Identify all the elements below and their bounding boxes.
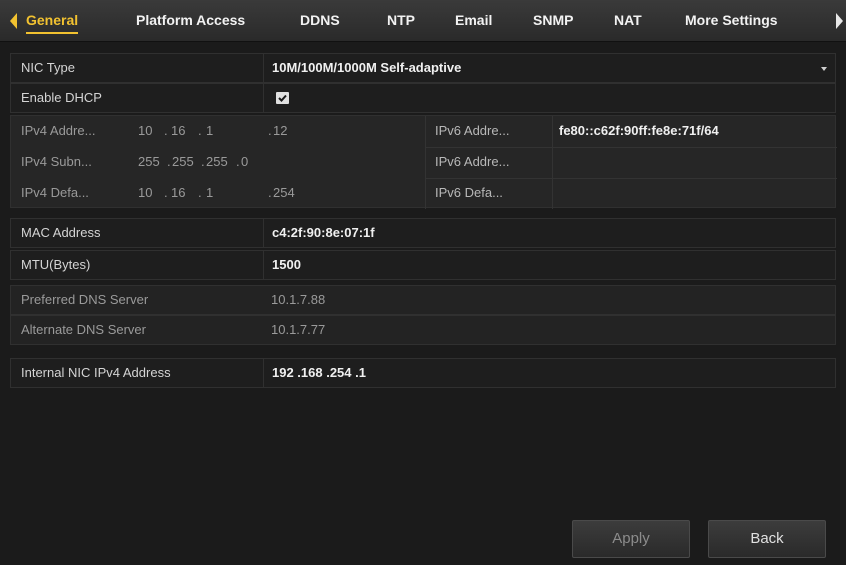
ipv4-subnet-octet-4: 0	[241, 154, 249, 169]
apply-button[interactable]: Apply	[572, 520, 690, 558]
tab-platform-access[interactable]: Platform Access	[136, 0, 245, 42]
mac-address-label: MAC Address	[21, 225, 101, 240]
mtu-label: MTU(Bytes)	[21, 257, 91, 272]
ipv4-gateway-octet-2: 16	[171, 185, 186, 200]
ipv4-gateway-octet-1: 10	[138, 185, 153, 200]
ipv6-address-1-value: fe80::c62f:90ff:fe8e:71f/64	[559, 123, 719, 138]
ipv4-subnet-octet-3: 255	[206, 154, 228, 169]
tab-general[interactable]: General	[26, 0, 79, 42]
ipv6-address-1-label: IPv6 Addre...	[435, 123, 510, 138]
ipv4-subnet-label: IPv4 Subn...	[21, 154, 92, 169]
scroll-left-icon[interactable]	[10, 13, 17, 29]
back-button[interactable]: Back	[708, 520, 826, 558]
preferred-dns-row: Preferred DNS Server 10.1.7.88	[10, 285, 836, 315]
alternate-dns-label: Alternate DNS Server	[21, 322, 146, 337]
ipv6-address-2-label: IPv6 Addre...	[435, 154, 510, 169]
mtu-input[interactable]: 1500	[263, 251, 835, 279]
ipv4-address-octet-3: 1	[206, 123, 214, 138]
tab-bar: General Platform Access DDNS NTP Email S…	[0, 0, 846, 42]
ipv4-address-octet-4: 12	[273, 123, 288, 138]
enable-dhcp-row: Enable DHCP	[10, 83, 836, 113]
ipv4-subnet-octet-2: 255	[172, 154, 194, 169]
ipv4-gateway-octet-4: 254	[273, 185, 295, 200]
grid-divider	[552, 116, 553, 209]
alternate-dns-input[interactable]: 10.1.7.77	[263, 316, 835, 344]
tab-snmp[interactable]: SNMP	[533, 0, 573, 42]
enable-dhcp-cell	[263, 84, 835, 112]
internal-nic-input[interactable]: 192 .168 .254 .1	[263, 359, 835, 387]
ipv4-gateway-label: IPv4 Defa...	[21, 185, 89, 200]
ipv4-gateway-octet-3: 1	[206, 185, 214, 200]
preferred-dns-label: Preferred DNS Server	[21, 292, 149, 307]
scroll-right-icon[interactable]	[836, 13, 843, 29]
enable-dhcp-label: Enable DHCP	[21, 90, 102, 105]
ip-address-grid: IPv4 Addre... 10 . 16 . 1 . 12 IPv4 Subn…	[10, 115, 837, 209]
tab-ddns[interactable]: DDNS	[300, 0, 340, 42]
internal-nic-row: Internal NIC IPv4 Address 192 .168 .254 …	[10, 358, 836, 388]
preferred-dns-input[interactable]: 10.1.7.88	[263, 286, 835, 314]
ipv4-address-octet-1: 10	[138, 123, 153, 138]
mac-address-value: c4:2f:90:8e:07:1f	[263, 219, 835, 247]
tab-nat[interactable]: NAT	[614, 0, 642, 42]
mtu-row: MTU(Bytes) 1500	[10, 250, 836, 280]
ipv4-subnet-octet-1: 255	[138, 154, 160, 169]
ipv6-gateway-label: IPv6 Defa...	[435, 185, 503, 200]
ipv4-address-octet-2: 16	[171, 123, 186, 138]
nic-type-select[interactable]: 10M/100M/1000M Self-adaptive	[263, 54, 835, 82]
nic-type-row: NIC Type 10M/100M/1000M Self-adaptive	[10, 53, 836, 83]
tab-more-settings[interactable]: More Settings	[685, 0, 778, 42]
ipv4-address-label: IPv4 Addre...	[21, 123, 96, 138]
internal-nic-label: Internal NIC IPv4 Address	[21, 365, 171, 380]
enable-dhcp-checkbox[interactable]	[276, 92, 289, 104]
nic-type-value: 10M/100M/1000M Self-adaptive	[272, 60, 462, 75]
tab-ntp[interactable]: NTP	[387, 0, 415, 42]
nic-type-label: NIC Type	[21, 60, 75, 75]
alternate-dns-row: Alternate DNS Server 10.1.7.77	[10, 315, 836, 345]
mac-address-row: MAC Address c4:2f:90:8e:07:1f	[10, 218, 836, 248]
checkmark-icon	[278, 94, 287, 102]
tab-email[interactable]: Email	[455, 0, 492, 42]
grid-divider	[425, 116, 426, 209]
chevron-down-icon	[821, 67, 827, 71]
